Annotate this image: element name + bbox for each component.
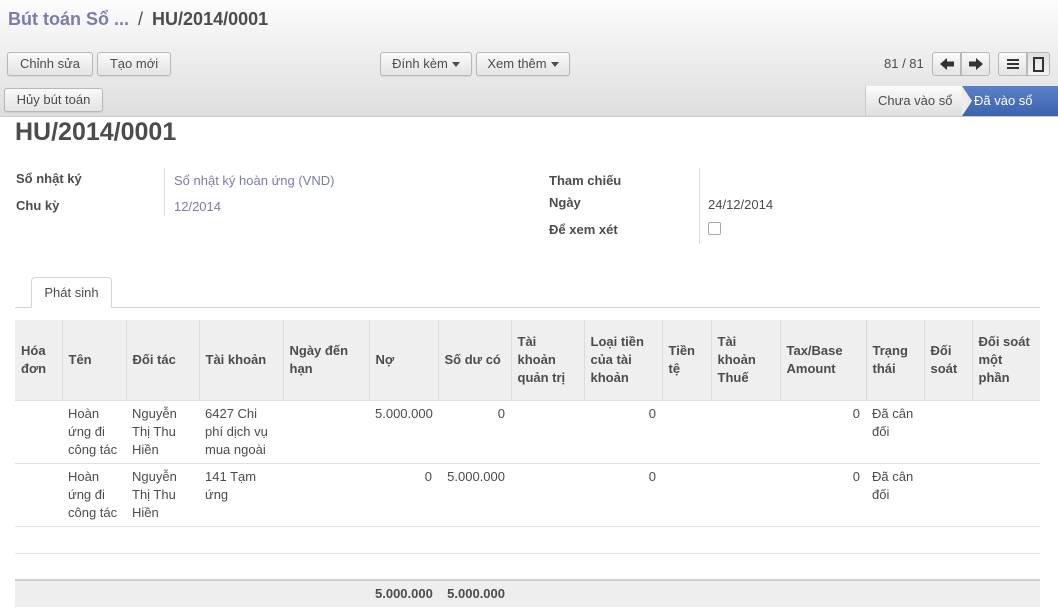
list-view-icon bbox=[1006, 59, 1019, 69]
create-button[interactable]: Tạo mới bbox=[97, 52, 171, 76]
table-cell: 5.000.000 bbox=[438, 462, 511, 526]
field-divider bbox=[164, 168, 165, 216]
column-header[interactable]: Tiền tệ bbox=[661, 320, 711, 400]
empty-cell bbox=[15, 525, 1040, 553]
more-dropdown-label: Xem thêm bbox=[487, 56, 547, 71]
table-cell: 0 bbox=[584, 399, 662, 463]
column-header[interactable]: Tax/Base Amount bbox=[779, 320, 866, 400]
status-bar: Chưa vào sổ Đã vào sổ bbox=[865, 86, 1058, 116]
column-header[interactable]: Đối soát một phần bbox=[971, 320, 1040, 400]
column-header[interactable]: Tài khoản bbox=[198, 320, 283, 400]
pager-previous-button[interactable] bbox=[932, 52, 961, 76]
review-label: Để xem xét bbox=[549, 222, 618, 237]
table-cell: 6427 Chi phí dịch vụ mua ngoài bbox=[199, 399, 283, 463]
table-totals-row: 5.000.000 5.000.000 bbox=[15, 579, 1040, 607]
table-empty-row bbox=[15, 552, 1040, 580]
breadcrumb: Bút toán Sổ ... / HU/2014/0001 bbox=[8, 9, 268, 30]
table-cell bbox=[662, 462, 711, 526]
table-cell: 0 bbox=[369, 462, 438, 526]
table-cell bbox=[15, 462, 62, 526]
table-cell bbox=[511, 462, 584, 526]
list-view-button[interactable] bbox=[998, 52, 1027, 76]
column-header[interactable]: Trạng thái bbox=[865, 320, 924, 400]
totals-spacer bbox=[15, 579, 369, 607]
table-row[interactable]: Hoàn ứng đi công tác Nguyễn Thị Thu Hiền… bbox=[15, 462, 1040, 526]
form-view-button[interactable] bbox=[1027, 52, 1050, 76]
breadcrumb-current: HU/2014/0001 bbox=[152, 9, 269, 29]
table-cell bbox=[972, 462, 1040, 526]
breadcrumb-separator: / bbox=[138, 9, 144, 29]
journal-items-table: Hóa đơn Tên Đối tác Tài khoản Ngày đến h… bbox=[15, 320, 1040, 607]
column-header[interactable]: Số dư có bbox=[437, 320, 511, 400]
field-divider bbox=[699, 168, 700, 244]
caret-down-icon bbox=[550, 62, 559, 68]
table-cell: Đã cân đối bbox=[866, 462, 924, 526]
table-cell bbox=[662, 399, 711, 463]
attach-dropdown[interactable]: Đính kèm bbox=[380, 52, 472, 76]
reference-label: Tham chiếu bbox=[549, 173, 622, 188]
empty-cell bbox=[15, 552, 1040, 580]
total-credit: 5.000.000 bbox=[438, 579, 511, 607]
table-cell: 0 bbox=[780, 399, 866, 463]
column-header[interactable]: Đối soát bbox=[923, 320, 972, 400]
table-cell bbox=[511, 399, 584, 463]
status-stage-draft[interactable]: Chưa vào sổ bbox=[865, 86, 962, 116]
column-header[interactable]: Loại tiền của tài khoản bbox=[583, 320, 662, 400]
table-empty-row bbox=[15, 525, 1040, 553]
caret-down-icon bbox=[451, 62, 460, 68]
table-cell bbox=[15, 399, 62, 463]
status-arrow bbox=[962, 86, 972, 116]
column-header[interactable]: Tài khoản quản trị bbox=[510, 320, 584, 400]
column-header[interactable]: Nợ bbox=[368, 320, 438, 400]
tab-journal-items[interactable]: Phát sinh bbox=[31, 277, 112, 308]
table-cell: Hoàn ứng đi công tác bbox=[62, 462, 126, 526]
date-label: Ngày bbox=[549, 195, 581, 210]
journal-field[interactable]: Sổ nhật ký hoàn ứng (VND) bbox=[174, 173, 334, 188]
table-cell bbox=[711, 399, 780, 463]
column-header[interactable]: Tên bbox=[61, 320, 126, 400]
table-cell: 0 bbox=[438, 399, 511, 463]
totals-spacer bbox=[511, 579, 1040, 607]
status-stage-posted[interactable]: Đã vào sổ bbox=[962, 86, 1058, 116]
table-cell bbox=[924, 399, 972, 463]
column-header[interactable]: Tài khoản Thuế bbox=[710, 320, 780, 400]
review-checkbox[interactable] bbox=[708, 222, 721, 235]
table-cell bbox=[283, 399, 369, 463]
pager-value[interactable]: 81 / 81 bbox=[884, 56, 924, 71]
table-cell: Nguyễn Thị Thu Hiền bbox=[126, 462, 199, 526]
breadcrumb-parent-link[interactable]: Bút toán Sổ ... bbox=[8, 9, 129, 29]
table-cell: Hoàn ứng đi công tác bbox=[62, 399, 126, 463]
table-cell: 5.000.000 bbox=[369, 399, 438, 463]
arrow-left-icon bbox=[939, 58, 954, 70]
table-cell: 0 bbox=[584, 462, 662, 526]
table-cell: 141 Tạm ứng bbox=[199, 462, 283, 526]
table-cell: 0 bbox=[780, 462, 866, 526]
arrow-right-icon bbox=[968, 58, 983, 70]
table-cell bbox=[283, 462, 369, 526]
column-header[interactable]: Hóa đơn bbox=[15, 320, 62, 400]
attach-dropdown-label: Đính kèm bbox=[392, 56, 448, 71]
tab-divider bbox=[15, 307, 1040, 308]
column-header[interactable]: Ngày đến hạn bbox=[282, 320, 369, 400]
more-dropdown[interactable]: Xem thêm bbox=[476, 52, 570, 76]
edit-button[interactable]: Chỉnh sửa bbox=[7, 52, 93, 76]
date-field[interactable]: 24/12/2014 bbox=[708, 197, 773, 212]
pager-next-button[interactable] bbox=[961, 52, 990, 76]
total-debit: 5.000.000 bbox=[369, 579, 438, 607]
table-cell bbox=[924, 462, 972, 526]
table-cell: Nguyễn Thị Thu Hiền bbox=[126, 399, 199, 463]
column-header[interactable]: Đối tác bbox=[125, 320, 199, 400]
table-cell bbox=[972, 399, 1040, 463]
table-cell bbox=[711, 462, 780, 526]
table-row[interactable]: Hoàn ứng đi công tác Nguyễn Thị Thu Hiền… bbox=[15, 399, 1040, 463]
period-field[interactable]: 12/2014 bbox=[174, 199, 221, 214]
table-cell: Đã cân đối bbox=[866, 399, 924, 463]
table-header-row: Hóa đơn Tên Đối tác Tài khoản Ngày đến h… bbox=[15, 320, 1040, 400]
cancel-entry-button[interactable]: Hủy bút toán bbox=[4, 88, 103, 112]
record-title: HU/2014/0001 bbox=[15, 118, 177, 146]
period-label: Chu kỳ bbox=[16, 198, 60, 213]
journal-label: Sổ nhật ký bbox=[16, 171, 82, 186]
form-view-icon bbox=[1033, 56, 1044, 72]
